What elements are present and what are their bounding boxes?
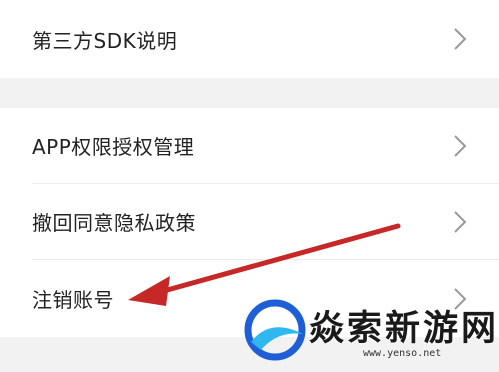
- revoke-privacy-label: 撤回同意隐私政策: [32, 211, 196, 235]
- revoke-privacy-item[interactable]: 撤回同意隐私政策: [0, 184, 499, 259]
- watermark: 焱索新游网 www.yenso.net: [243, 298, 496, 368]
- watermark-logo-icon: [244, 299, 306, 361]
- chevron-right-icon: [454, 28, 467, 50]
- delete-account-label: 注销账号: [32, 288, 114, 312]
- app-permission-label: APP权限授权管理: [32, 135, 195, 159]
- chevron-right-icon: [454, 210, 467, 233]
- settings-group-top: 第三方SDK说明: [0, 0, 499, 78]
- watermark-brand: 焱索新游网: [309, 309, 499, 349]
- sdk-info-item[interactable]: 第三方SDK说明: [0, 0, 499, 78]
- chevron-right-icon: [454, 134, 467, 157]
- watermark-url: www.yenso.net: [363, 348, 442, 359]
- sdk-info-label: 第三方SDK说明: [32, 28, 178, 53]
- app-permission-item[interactable]: APP权限授权管理: [0, 108, 499, 183]
